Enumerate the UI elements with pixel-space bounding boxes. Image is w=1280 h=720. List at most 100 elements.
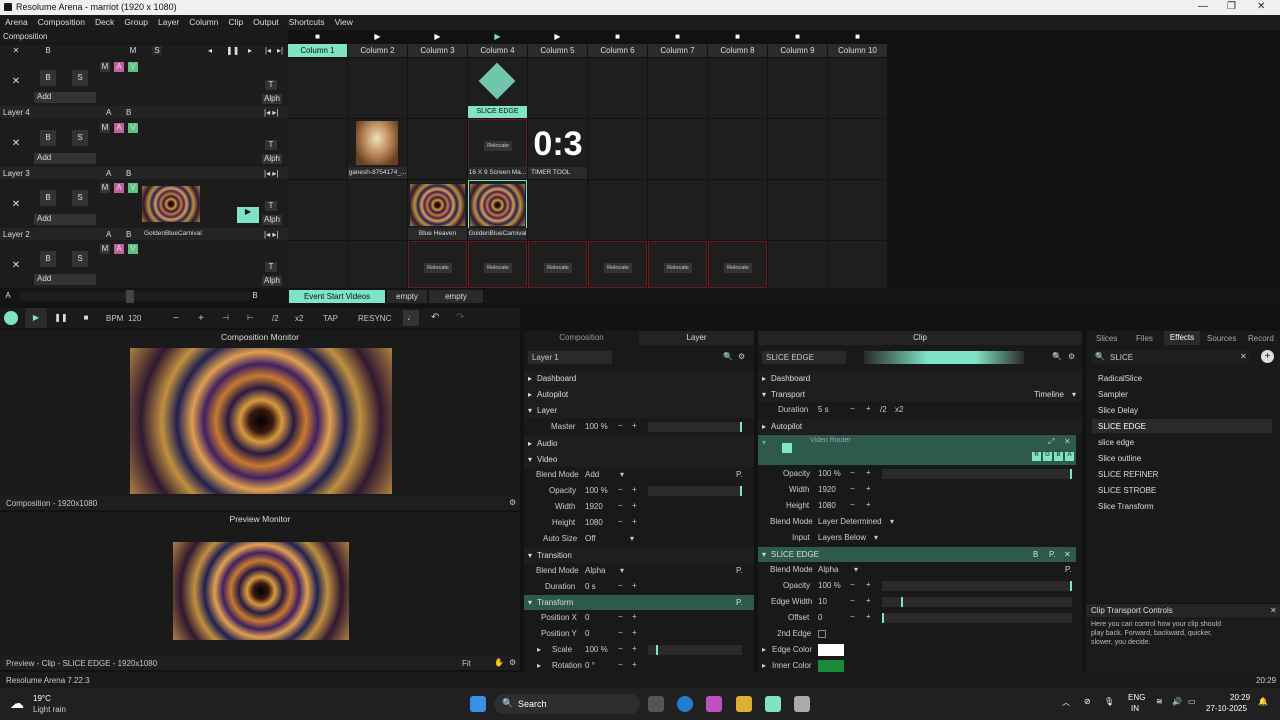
effect-item[interactable]: SLICE STROBE (1098, 486, 1156, 495)
offset-slider[interactable] (882, 613, 1072, 623)
resolume-icon[interactable] (765, 696, 781, 712)
copilot-icon[interactable] (706, 696, 722, 712)
layer-alpha-button[interactable]: Alph (262, 215, 282, 225)
bpm-half-button[interactable]: /2 (272, 314, 279, 323)
scale-value[interactable]: 100 % (585, 645, 608, 654)
bpm-plus-button[interactable]: + (198, 313, 204, 324)
position-x-value[interactable]: 0 (585, 613, 589, 622)
scale-slider[interactable] (648, 645, 742, 655)
browser-search-box[interactable]: 🔍 SLICE ✕ (1092, 350, 1250, 364)
column-5[interactable]: ▶ Column 5 (528, 30, 587, 58)
tab-slices[interactable]: Slices (1096, 334, 1117, 343)
effect-item[interactable]: Sampler (1098, 390, 1128, 399)
layer-mute-button[interactable]: M (100, 244, 110, 254)
clip-missing[interactable]: Relocate (588, 241, 647, 288)
taskbar-search[interactable]: 🔍 Search (494, 694, 640, 714)
clock-date[interactable]: 27-10-2025 (1206, 704, 1247, 713)
menu-clip[interactable]: Clip (224, 15, 249, 29)
channel-a-toggle[interactable]: A (1065, 452, 1074, 461)
layer-audio-button[interactable]: A (114, 183, 124, 193)
clip-missing[interactable]: Relocate (528, 241, 587, 288)
router-input-select[interactable]: Layers Below (818, 533, 866, 542)
browser-search-input[interactable]: SLICE (1110, 353, 1133, 362)
menu-output[interactable]: Output (248, 15, 284, 29)
layer-t-button[interactable]: T (265, 201, 277, 211)
clip-slot[interactable] (288, 58, 347, 118)
prev-icon[interactable]: ◂ (205, 46, 215, 55)
column-7[interactable]: ■ Column 7 (648, 30, 707, 58)
layer-mute-button[interactable]: M (100, 62, 110, 72)
close-icon[interactable]: ✕ (1064, 550, 1071, 559)
layer-alpha-button[interactable]: Alph (262, 276, 282, 286)
channel-g-toggle[interactable]: G (1043, 452, 1052, 461)
redo-icon[interactable]: ↷ (456, 312, 464, 323)
layer-name[interactable]: Layer 4 (3, 108, 30, 117)
layer-solo-button[interactable]: S (72, 190, 88, 206)
layer-bypass-button[interactable]: B (40, 70, 56, 86)
clip-golden-blue-carnival[interactable]: GoldenBlueCarnival (468, 180, 527, 240)
column-2[interactable]: ▶ Column 2 (348, 30, 407, 58)
relocate-button[interactable]: Relocate (664, 263, 692, 273)
search-icon[interactable]: 🔍 (1052, 352, 1062, 361)
clip-slot[interactable] (828, 119, 887, 179)
clip-slot[interactable] (768, 58, 827, 118)
column-trigger-icon[interactable]: ▶ (408, 32, 467, 41)
layer-t-button[interactable]: T (265, 140, 277, 150)
column-trigger-icon[interactable]: ▶ (348, 32, 407, 41)
comp-bypass-button[interactable]: B (42, 46, 54, 55)
hand-icon[interactable]: ✋ (494, 658, 504, 667)
router-width-value[interactable]: 1920 (818, 485, 836, 494)
tab-effects[interactable]: Effects (1164, 331, 1200, 345)
clip-slot[interactable] (648, 58, 707, 118)
column-1[interactable]: ■ Column 1 (288, 30, 347, 58)
section-transition[interactable]: ▾ Transition (524, 548, 754, 563)
clip-slot[interactable] (828, 241, 887, 288)
relocate-button[interactable]: Relocate (484, 141, 512, 151)
effect-preset-button[interactable]: P. (1049, 550, 1056, 559)
layer-alpha-button[interactable]: Alph (262, 94, 282, 104)
minimize-button[interactable]: — (1198, 1, 1208, 12)
tab-composition[interactable]: Composition (524, 331, 639, 345)
tray-chevron-icon[interactable]: ︿ (1062, 697, 1070, 708)
bpm-value[interactable]: 120 (128, 314, 141, 323)
second-edge-checkbox[interactable] (818, 630, 826, 638)
gear-icon[interactable]: ⚙ (1068, 352, 1075, 361)
blend-mode-select[interactable]: Add (585, 470, 599, 479)
layer-skip-icon[interactable]: |◂ ▸| (264, 230, 278, 239)
metronome-icon[interactable]: ♩ (403, 310, 419, 326)
clip-duration-value[interactable]: 5 s (818, 405, 829, 414)
router-opacity-value[interactable]: 100 % (818, 469, 841, 478)
column-trigger-icon[interactable]: ■ (588, 32, 647, 41)
stop-button[interactable]: ■ (77, 308, 95, 328)
section-dashboard[interactable]: ▸ Dashboard (524, 371, 754, 386)
play-button[interactable]: ▶ (25, 308, 47, 328)
column-8[interactable]: ■ Column 8 (708, 30, 767, 58)
clip-slot[interactable] (528, 58, 587, 118)
effect-opacity-slider[interactable] (882, 581, 1072, 591)
column-trigger-icon[interactable]: ■ (708, 32, 767, 41)
pause-button[interactable]: ❚❚ (52, 308, 70, 328)
close-icon[interactable]: ✕ (1270, 606, 1277, 615)
clip-slice-edge[interactable]: SLICE EDGE (468, 58, 527, 118)
clip-slot[interactable] (828, 180, 887, 240)
search-icon[interactable]: 🔍 (723, 352, 733, 361)
layer-bypass-button[interactable]: B (40, 251, 56, 267)
crossfader-b[interactable]: B (126, 169, 131, 178)
section-slice-edge[interactable]: ▾ SLICE EDGE B P. ✕ (758, 547, 1076, 562)
task-view-icon[interactable] (648, 696, 664, 712)
add-icon[interactable]: + (1261, 350, 1274, 363)
height-value[interactable]: 1080 (585, 518, 603, 527)
effect-item[interactable]: SLICE REFINER (1098, 470, 1158, 479)
crossfader-a[interactable]: A (106, 169, 111, 178)
clip-slot[interactable] (408, 58, 467, 118)
nudge-back-icon[interactable]: ⊣ (222, 313, 229, 322)
column-10[interactable]: ■ Column 10 (828, 30, 887, 58)
layer-bypass-button[interactable]: B (40, 190, 56, 206)
next-icon[interactable]: ▸ (245, 46, 255, 55)
layer-audio-button[interactable]: A (114, 123, 124, 133)
deck-tab-empty[interactable]: empty (429, 290, 483, 303)
column-3[interactable]: ▶ Column 3 (408, 30, 467, 58)
crossfader-handle[interactable] (126, 290, 134, 303)
clip-slot[interactable] (648, 180, 707, 240)
edge-color-swatch[interactable] (818, 644, 844, 656)
